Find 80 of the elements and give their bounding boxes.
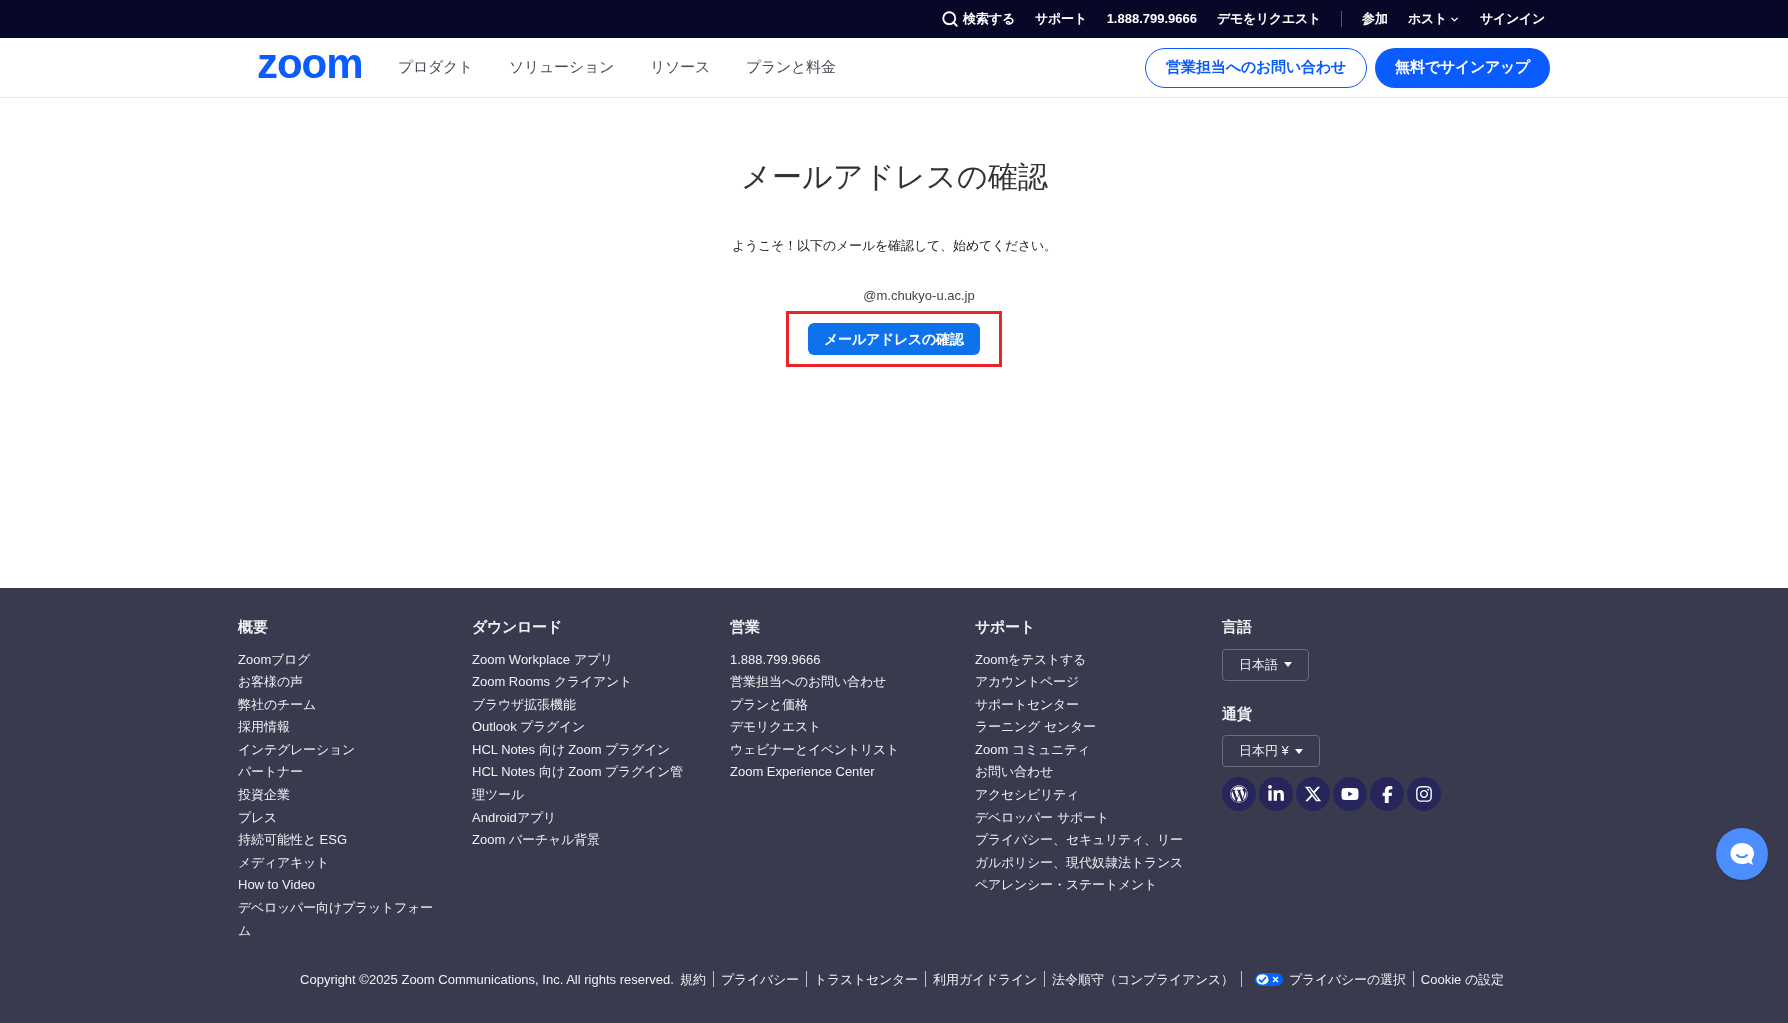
footer-link[interactable]: インテグレーション [238, 738, 438, 762]
nav-link[interactable]: リソース [650, 56, 711, 79]
nav-link[interactable]: プランと料金 [746, 56, 837, 79]
top-link[interactable]: サインイン [1480, 9, 1545, 29]
wordpress-icon[interactable] [1222, 777, 1256, 811]
footer-link[interactable]: メディアキット [238, 851, 438, 875]
privacy-choice-link[interactable]: プライバシーの選択 [1254, 969, 1406, 989]
footer-link[interactable]: 弊社のチーム [238, 693, 438, 717]
search-icon [940, 10, 959, 28]
footer-link[interactable]: Zoomをテストする [975, 648, 1189, 672]
footer-link[interactable]: ウェビナーとイベントリスト [730, 738, 944, 762]
footer-link[interactable]: パートナー [238, 761, 438, 785]
footer-link[interactable]: アカウントページ [975, 671, 1189, 694]
top-link[interactable]: 参加 [1362, 9, 1388, 29]
footer-link[interactable]: デベロッパー向けプラットフォーム [238, 897, 438, 943]
zoom-logo[interactable]: zoom [257, 42, 363, 85]
host-menu[interactable]: ホスト [1408, 9, 1460, 29]
linkedin-icon[interactable] [1259, 777, 1293, 811]
footer-link[interactable]: Zoomブログ [238, 648, 438, 672]
footer-link[interactable]: 1.888.799.9666 [730, 648, 944, 672]
footer-bottom-link[interactable]: 法令順守（コンプライアンス） [1051, 969, 1234, 989]
footer-link[interactable]: Zoom Experience Center [730, 761, 944, 785]
page-title: メールアドレスの確認 [740, 162, 1048, 192]
footer-link[interactable]: デモリクエスト [730, 716, 944, 739]
footer-link[interactable]: How to Video [238, 874, 438, 898]
footer-link[interactable]: 採用情報 [238, 716, 438, 739]
footer-heading: ダウンロード [472, 617, 563, 637]
currency-select[interactable]: 日本円 ¥ [1222, 735, 1320, 767]
language-select[interactable]: 日本語 [1222, 648, 1309, 681]
youtube-icon[interactable] [1333, 777, 1367, 811]
footer-link[interactable]: 持続可能性と ESG [238, 829, 438, 852]
footer-link[interactable]: ラーニング センター [975, 716, 1189, 739]
top-link[interactable]: 1.888.799.9666 [1106, 9, 1197, 29]
email-address: @m.chukyo-u.ac.jp [863, 286, 975, 305]
footer-bottom-link[interactable]: 利用ガイドライン [932, 969, 1037, 989]
footer-link[interactable]: Zoom Rooms クライアント [472, 671, 686, 694]
footer-link[interactable]: プレス [238, 806, 438, 830]
footer-bottom-link[interactable]: プライバシー [720, 969, 799, 989]
footer-link[interactable]: HCL Notes 向け Zoom プラグイン [472, 738, 686, 762]
footer-link[interactable]: Androidアプリ [472, 806, 686, 830]
footer-link[interactable]: ブラウザ拡張機能 [472, 693, 686, 717]
verify-email-button[interactable]: メールアドレスの確認 [808, 323, 980, 355]
nav-link[interactable]: プロダクト [398, 56, 474, 79]
welcome-message: ようこそ！以下のメールを確認して、始めてください。 [731, 237, 1057, 255]
footer-link[interactable]: HCL Notes 向け Zoom プラグイン管理ツール [472, 761, 686, 807]
footer-link[interactable]: 投資企業 [238, 784, 438, 807]
contact-sales-button[interactable]: 営業担当へのお問い合わせ [1145, 47, 1367, 88]
footer-link[interactable]: デベロッパー サポート [975, 806, 1189, 830]
footer-link[interactable]: サポートセンター [975, 693, 1189, 717]
privacy-toggle-icon [1254, 972, 1283, 986]
nav-link[interactable]: ソリューション [509, 56, 615, 79]
copyright-text: Copyright ©2025 Zoom Communications, Inc. All rights reserved. [300, 970, 674, 989]
footer-link[interactable]: Zoom コミュニティ [975, 738, 1189, 762]
footer-heading: 営業 [730, 617, 761, 637]
footer-bottom-link[interactable]: トラストセンター [813, 969, 918, 989]
footer-heading: 通貨 [1222, 703, 1253, 724]
footer-heading: サポート [975, 617, 1036, 637]
search-button[interactable]: 検索する [940, 9, 1015, 29]
caret-icon [1294, 748, 1303, 754]
footer-bottom-link[interactable]: Cookie の設定 [1420, 969, 1504, 989]
top-link[interactable]: デモをリクエスト [1217, 9, 1321, 29]
top-link[interactable]: サポート [1034, 9, 1087, 29]
caret-icon [1284, 662, 1292, 667]
x-icon[interactable] [1296, 777, 1330, 811]
instagram-icon[interactable] [1407, 777, 1441, 811]
footer-heading: 言語 [1222, 617, 1253, 637]
footer-link[interactable]: Zoom バーチャル背景 [472, 829, 686, 852]
facebook-icon[interactable] [1370, 777, 1404, 811]
chat-bubble-icon [1729, 842, 1755, 866]
footer-link[interactable]: プランと価格 [730, 693, 944, 717]
footer-heading: 概要 [238, 617, 269, 637]
signup-button[interactable]: 無料でサインアップ [1375, 47, 1550, 88]
footer-link[interactable]: プライバシー、セキュリティ、リーガルポリシー、現代奴隷法トランスペアレンシー・ステートメント [975, 829, 1189, 898]
footer-link[interactable]: 営業担当へのお問い合わせ [730, 671, 944, 694]
footer-link[interactable]: アクセシビリティ [975, 784, 1189, 807]
footer-link[interactable]: Zoom Workplace アプリ [472, 648, 686, 672]
footer-bottom-link[interactable]: 規約 [679, 969, 706, 989]
footer-link[interactable]: Outlook プラグイン [472, 716, 686, 739]
footer-link[interactable]: お客様の声 [238, 671, 438, 694]
footer-link[interactable]: お問い合わせ [975, 761, 1189, 785]
